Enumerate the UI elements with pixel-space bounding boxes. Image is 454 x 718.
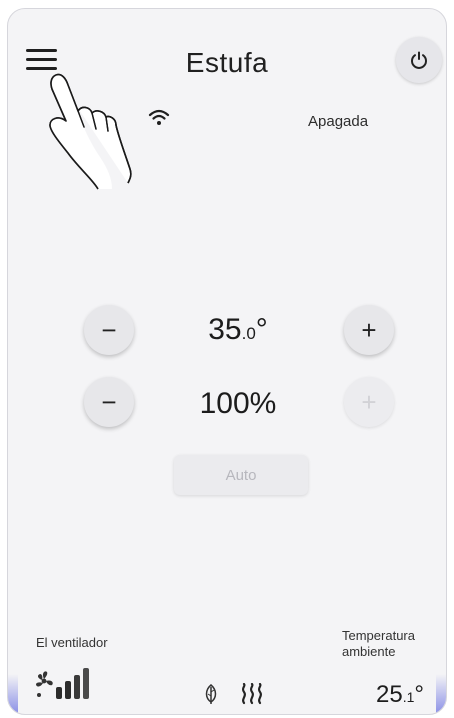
edge-accent-left: [8, 674, 18, 714]
wifi-icon: [148, 109, 170, 132]
temperature-setpoint-decimal: .0: [241, 324, 256, 343]
power-button[interactable]: [396, 37, 442, 83]
leaf-icon: [204, 684, 218, 709]
fan-label: El ventilador: [36, 635, 108, 650]
temperature-decrease-button[interactable]: −: [84, 305, 134, 355]
temperature-setpoint-unit: °: [255, 313, 268, 346]
ambient-temperature-decimal: .1: [402, 689, 415, 705]
heat-icon: [240, 682, 266, 710]
power-decrease-button[interactable]: −: [84, 377, 134, 427]
ambient-temperature-unit: °: [414, 681, 424, 708]
temperature-setpoint-value: 35: [208, 313, 242, 346]
ambient-temperature-value: 25: [376, 681, 403, 708]
status-label: Apagada: [308, 113, 369, 130]
auto-mode-button[interactable]: Auto: [174, 455, 308, 495]
power-level-value: 100%: [199, 387, 277, 420]
signal-bars-icon: [56, 665, 98, 704]
temperature-increase-button[interactable]: +: [344, 305, 394, 355]
ambient-label-line1: Temperatura: [342, 628, 415, 643]
hand-pointer-icon: [38, 73, 148, 198]
app-screen: Estufa Apagada − 35.0° + − 100% + Auto E…: [7, 8, 447, 715]
ambient-temperature: 25.1°: [376, 681, 424, 709]
edge-accent-right: [436, 674, 446, 714]
ambient-label-line2: ambiente: [342, 644, 396, 659]
temperature-setpoint: 35.0°: [168, 313, 308, 347]
power-increase-button[interactable]: +: [344, 377, 394, 427]
ambient-temperature-label: Temperatura ambiente: [342, 628, 442, 660]
power-icon: [411, 51, 427, 69]
